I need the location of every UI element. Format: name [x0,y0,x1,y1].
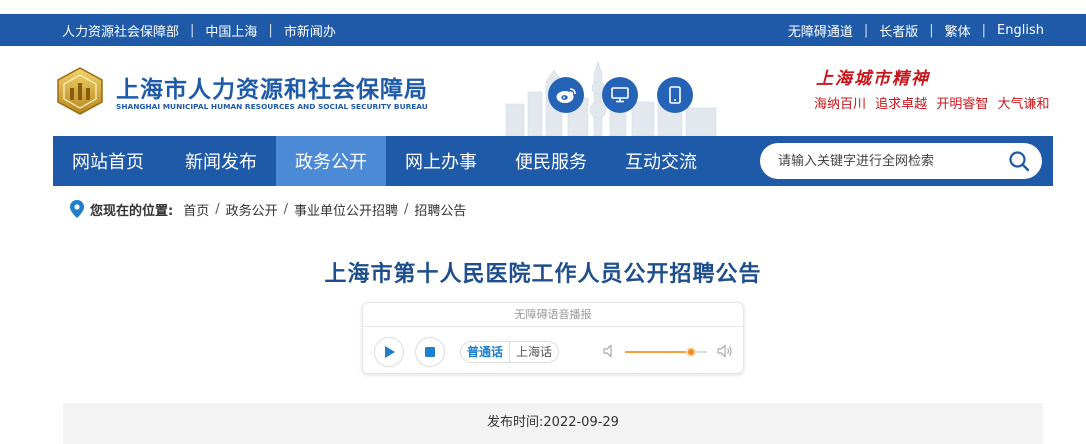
play-button[interactable] [374,337,404,367]
nav-item-news[interactable]: 新闻发布 [166,136,276,186]
bureau-emblem-icon[interactable] [54,66,106,116]
nav-item-government-affairs[interactable]: 政务公开 [276,136,386,186]
site-title[interactable]: 上海市人力资源和社会保障局 [116,70,428,104]
weibo-icon[interactable] [548,77,584,113]
language-mandarin[interactable]: 普通话 [461,342,509,362]
breadcrumb-separator: / [215,201,220,217]
volume-slider-fill [625,351,691,353]
spirit-word: 追求卓越 [875,97,928,112]
play-icon [385,346,395,358]
link-elder-version[interactable]: 长者版 [879,21,918,40]
location-pin-icon [70,200,84,218]
separator: | [268,22,273,38]
breadcrumb-label: 您现在的位置: [90,203,174,219]
audio-player: 无障碍语音播报 普通话 上海话 [362,302,744,374]
volume-high-icon[interactable] [717,344,733,358]
link-traditional-chinese[interactable]: 繁体 [945,21,971,40]
breadcrumb: 您现在的位置: 首页 / 政务公开 / 事业单位公开招聘 / 招聘公告 [70,198,466,220]
main-nav: 网站首页 新闻发布 政务公开 网上办事 便民服务 互动交流 [53,136,1053,186]
top-bar-right-links: 无障碍通道 | 长者版 | 繁体 | English [788,14,1044,46]
site-title-english: SHANGHAI MUNICIPAL HUMAN RESOURCES AND S… [116,102,428,111]
publish-date-label: 发布时间: [487,415,544,430]
nav-item-interaction[interactable]: 互动交流 [606,136,716,186]
publish-date-bar: 发布时间:2022-09-29 [63,403,1043,444]
spirit-word: 海纳百川 [814,97,867,112]
article-title: 上海市第十人民医院工作人员公开招聘公告 [324,262,762,287]
volume-slider[interactable] [625,347,707,357]
search-icon[interactable] [1008,150,1030,172]
city-spirit-title: 上海城市精神 [816,69,930,89]
separator: | [929,22,934,38]
top-bar-left-links: 人力资源社会保障部 | 中国上海 | 市新闻办 [62,14,336,46]
nav-item-home[interactable]: 网站首页 [53,136,163,186]
volume-low-icon[interactable] [603,344,617,358]
nav-item-online-services[interactable]: 网上办事 [386,136,496,186]
spirit-word: 开明睿智 [936,97,989,112]
nav-item-public-services[interactable]: 便民服务 [496,136,606,186]
language-shanghainese[interactable]: 上海话 [509,342,558,362]
search-box [760,143,1042,179]
mobile-icon[interactable] [657,77,693,113]
top-utility-bar: 人力资源社会保障部 | 中国上海 | 市新闻办 无障碍通道 | 长者版 | 繁体… [0,14,1086,46]
language-selector: 普通话 上海话 [460,341,560,363]
publish-date: 2022-09-29 [543,415,619,430]
breadcrumb-recruitment[interactable]: 事业单位公开招聘 [294,200,398,219]
separator: | [190,22,195,38]
breadcrumb-separator: / [283,201,289,217]
separator: | [981,22,987,38]
link-china-shanghai[interactable]: 中国上海 [205,21,257,40]
link-news-office[interactable]: 市新闻办 [284,21,336,40]
spirit-word: 大气谦和 [997,97,1050,112]
breadcrumb-government-affairs[interactable]: 政务公开 [226,200,278,219]
link-accessibility[interactable]: 无障碍通道 [788,21,853,40]
breadcrumb-home[interactable]: 首页 [183,200,209,219]
separator: | [863,22,869,38]
breadcrumb-announcement[interactable]: 招聘公告 [414,200,466,219]
city-spirit-words: 海纳百川 追求卓越 开明睿智 大气谦和 [814,93,1054,112]
stop-icon [425,347,435,357]
volume-slider-handle[interactable] [685,347,696,357]
breadcrumb-separator: / [404,201,409,217]
link-mohrss[interactable]: 人力资源社会保障部 [62,21,179,40]
stop-button[interactable] [415,337,445,367]
link-english[interactable]: English [997,23,1044,38]
player-title: 无障碍语音播报 [363,303,743,327]
desktop-icon[interactable] [602,77,638,113]
search-input[interactable] [778,143,998,179]
